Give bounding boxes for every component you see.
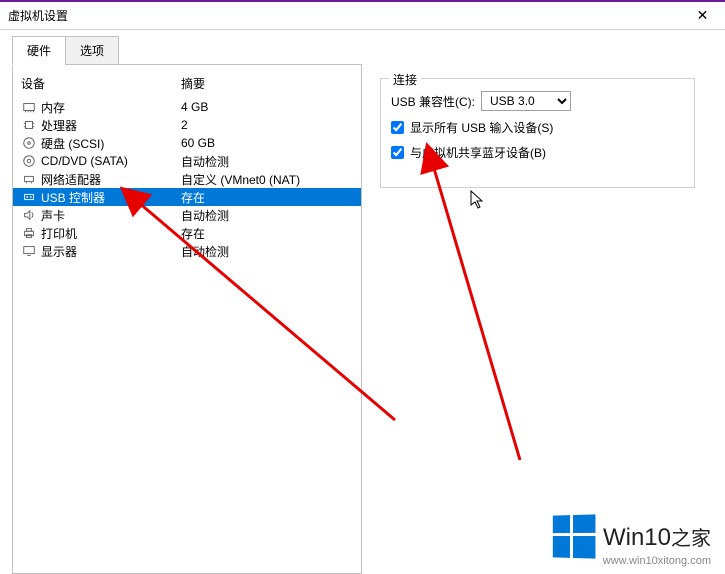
header-device: 设备 <box>21 75 181 92</box>
close-icon: ✕ <box>697 7 709 24</box>
sound-icon <box>21 207 37 223</box>
device-summary: 自定义 (VMnet0 (NAT) <box>181 171 353 188</box>
share-bluetooth-checkbox[interactable] <box>391 146 404 159</box>
printer-icon <box>21 225 37 241</box>
device-name: 内存 <box>41 99 181 116</box>
display-icon <box>21 243 37 259</box>
watermark: Win10之家 <box>552 515 711 558</box>
cursor-icon <box>470 190 486 210</box>
device-row-sound[interactable]: 声卡 自动检测 <box>13 206 361 224</box>
device-summary: 自动检测 <box>181 243 353 260</box>
device-row-printer[interactable]: 打印机 存在 <box>13 224 361 242</box>
usb-compat-label: USB 兼容性(C): <box>391 93 475 110</box>
device-row-network[interactable]: 网络适配器 自定义 (VMnet0 (NAT) <box>13 170 361 188</box>
close-button[interactable]: ✕ <box>680 2 725 30</box>
cd-icon <box>21 153 37 169</box>
device-list-header: 设备 摘要 <box>13 71 361 98</box>
network-icon <box>21 171 37 187</box>
memory-icon <box>21 99 37 115</box>
device-row-display[interactable]: 显示器 自动检测 <box>13 242 361 260</box>
device-name: 打印机 <box>41 225 181 242</box>
device-summary: 2 <box>181 118 353 132</box>
share-bluetooth-label: 与虚拟机共享蓝牙设备(B) <box>410 144 546 161</box>
device-name: 网络适配器 <box>41 171 181 188</box>
watermark-brand: Win10 <box>603 524 671 551</box>
device-row-cd[interactable]: CD/DVD (SATA) 自动检测 <box>13 152 361 170</box>
cpu-icon <box>21 117 37 133</box>
watermark-url: www.win10xitong.com <box>603 555 711 567</box>
tab-hardware[interactable]: 硬件 <box>12 36 66 65</box>
device-name: 声卡 <box>41 207 181 224</box>
device-summary: 存在 <box>181 225 353 242</box>
device-summary: 60 GB <box>181 136 353 150</box>
device-row-memory[interactable]: 内存 4 GB <box>13 98 361 116</box>
device-name: 硬盘 (SCSI) <box>41 135 181 152</box>
connection-group: 连接 USB 兼容性(C): USB 3.0 显示所有 USB 输入设备(S) … <box>380 78 695 188</box>
connection-group-title: 连接 <box>389 71 421 88</box>
device-list-panel: 设备 摘要 内存 4 GB 处理器 2 硬盘 (SCSI) 60 GB CD/D… <box>12 64 362 574</box>
device-summary: 4 GB <box>181 100 353 114</box>
watermark-suffix: 之家 <box>671 528 711 550</box>
usb-icon <box>21 189 37 205</box>
device-name: 处理器 <box>41 117 181 134</box>
device-row-usb[interactable]: USB 控制器 存在 <box>13 188 361 206</box>
device-row-cpu[interactable]: 处理器 2 <box>13 116 361 134</box>
window-title: 虚拟机设置 <box>8 7 68 24</box>
device-name: USB 控制器 <box>41 189 181 206</box>
device-name: 显示器 <box>41 243 181 260</box>
show-all-usb-checkbox[interactable] <box>391 121 404 134</box>
show-all-usb-label: 显示所有 USB 输入设备(S) <box>410 119 553 136</box>
device-summary: 自动检测 <box>181 153 353 170</box>
usb-compat-select[interactable]: USB 3.0 <box>481 91 571 111</box>
disk-icon <box>21 135 37 151</box>
settings-panel: 连接 USB 兼容性(C): USB 3.0 显示所有 USB 输入设备(S) … <box>380 64 713 574</box>
tab-options[interactable]: 选项 <box>65 36 119 65</box>
device-summary: 自动检测 <box>181 207 353 224</box>
windows-logo-icon <box>553 514 596 558</box>
tab-bar: 硬件 选项 <box>12 36 725 65</box>
device-summary: 存在 <box>181 189 353 206</box>
header-summary: 摘要 <box>181 75 353 92</box>
device-row-disk[interactable]: 硬盘 (SCSI) 60 GB <box>13 134 361 152</box>
device-name: CD/DVD (SATA) <box>41 154 181 168</box>
